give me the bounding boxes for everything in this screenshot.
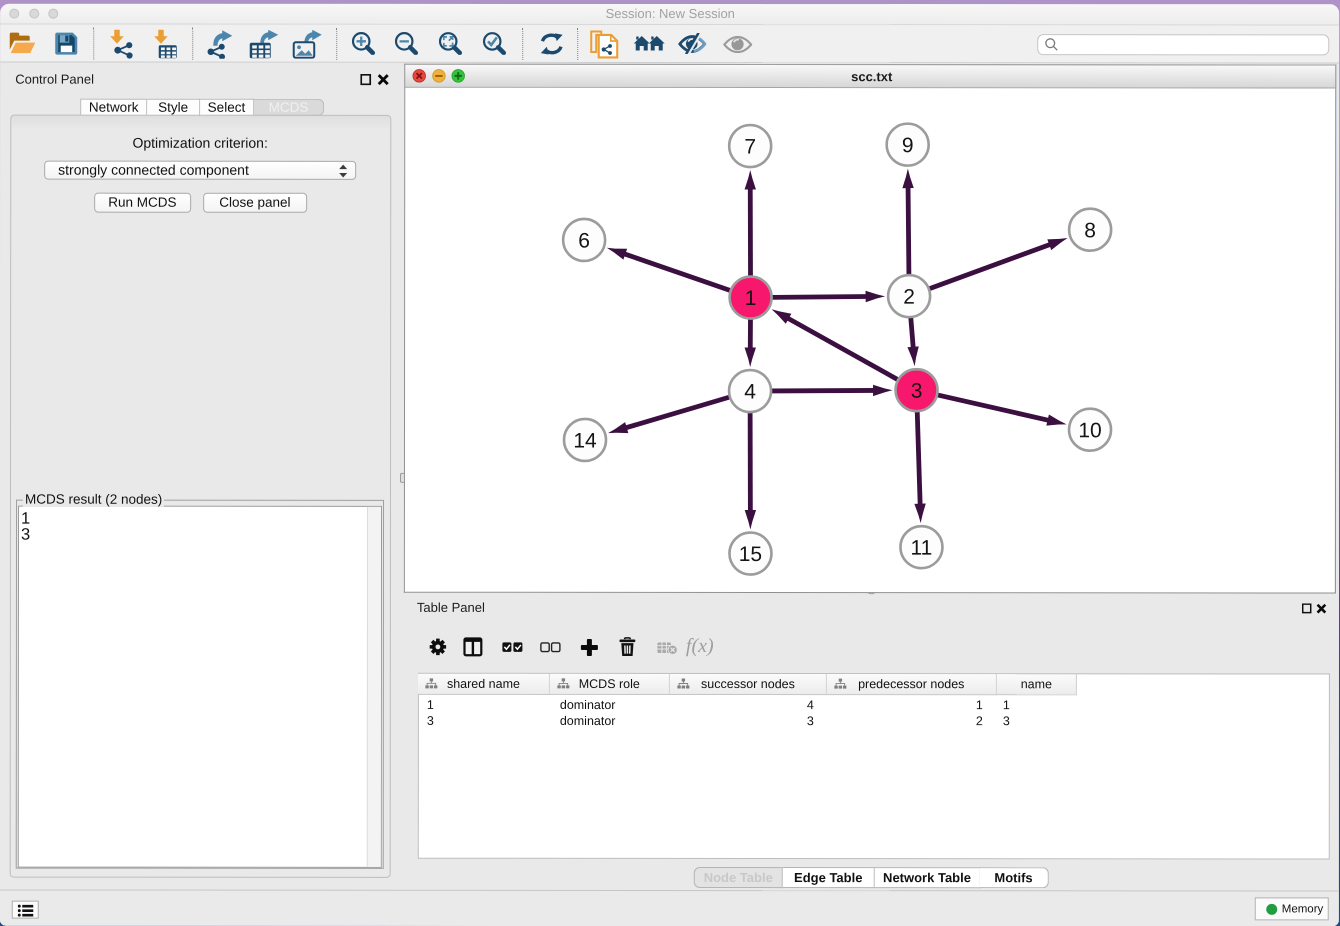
svg-text:10: 10: [1078, 419, 1101, 442]
svg-text:11: 11: [911, 536, 933, 559]
svg-text:6: 6: [578, 229, 590, 252]
svg-text:14: 14: [573, 429, 597, 452]
svg-text:1: 1: [745, 287, 757, 310]
svg-text:4: 4: [744, 380, 756, 403]
svg-text:2: 2: [903, 285, 915, 308]
svg-text:8: 8: [1084, 219, 1096, 242]
svg-text:15: 15: [739, 543, 762, 566]
svg-text:3: 3: [911, 379, 923, 402]
svg-text:9: 9: [902, 134, 914, 157]
svg-text:7: 7: [744, 135, 756, 158]
